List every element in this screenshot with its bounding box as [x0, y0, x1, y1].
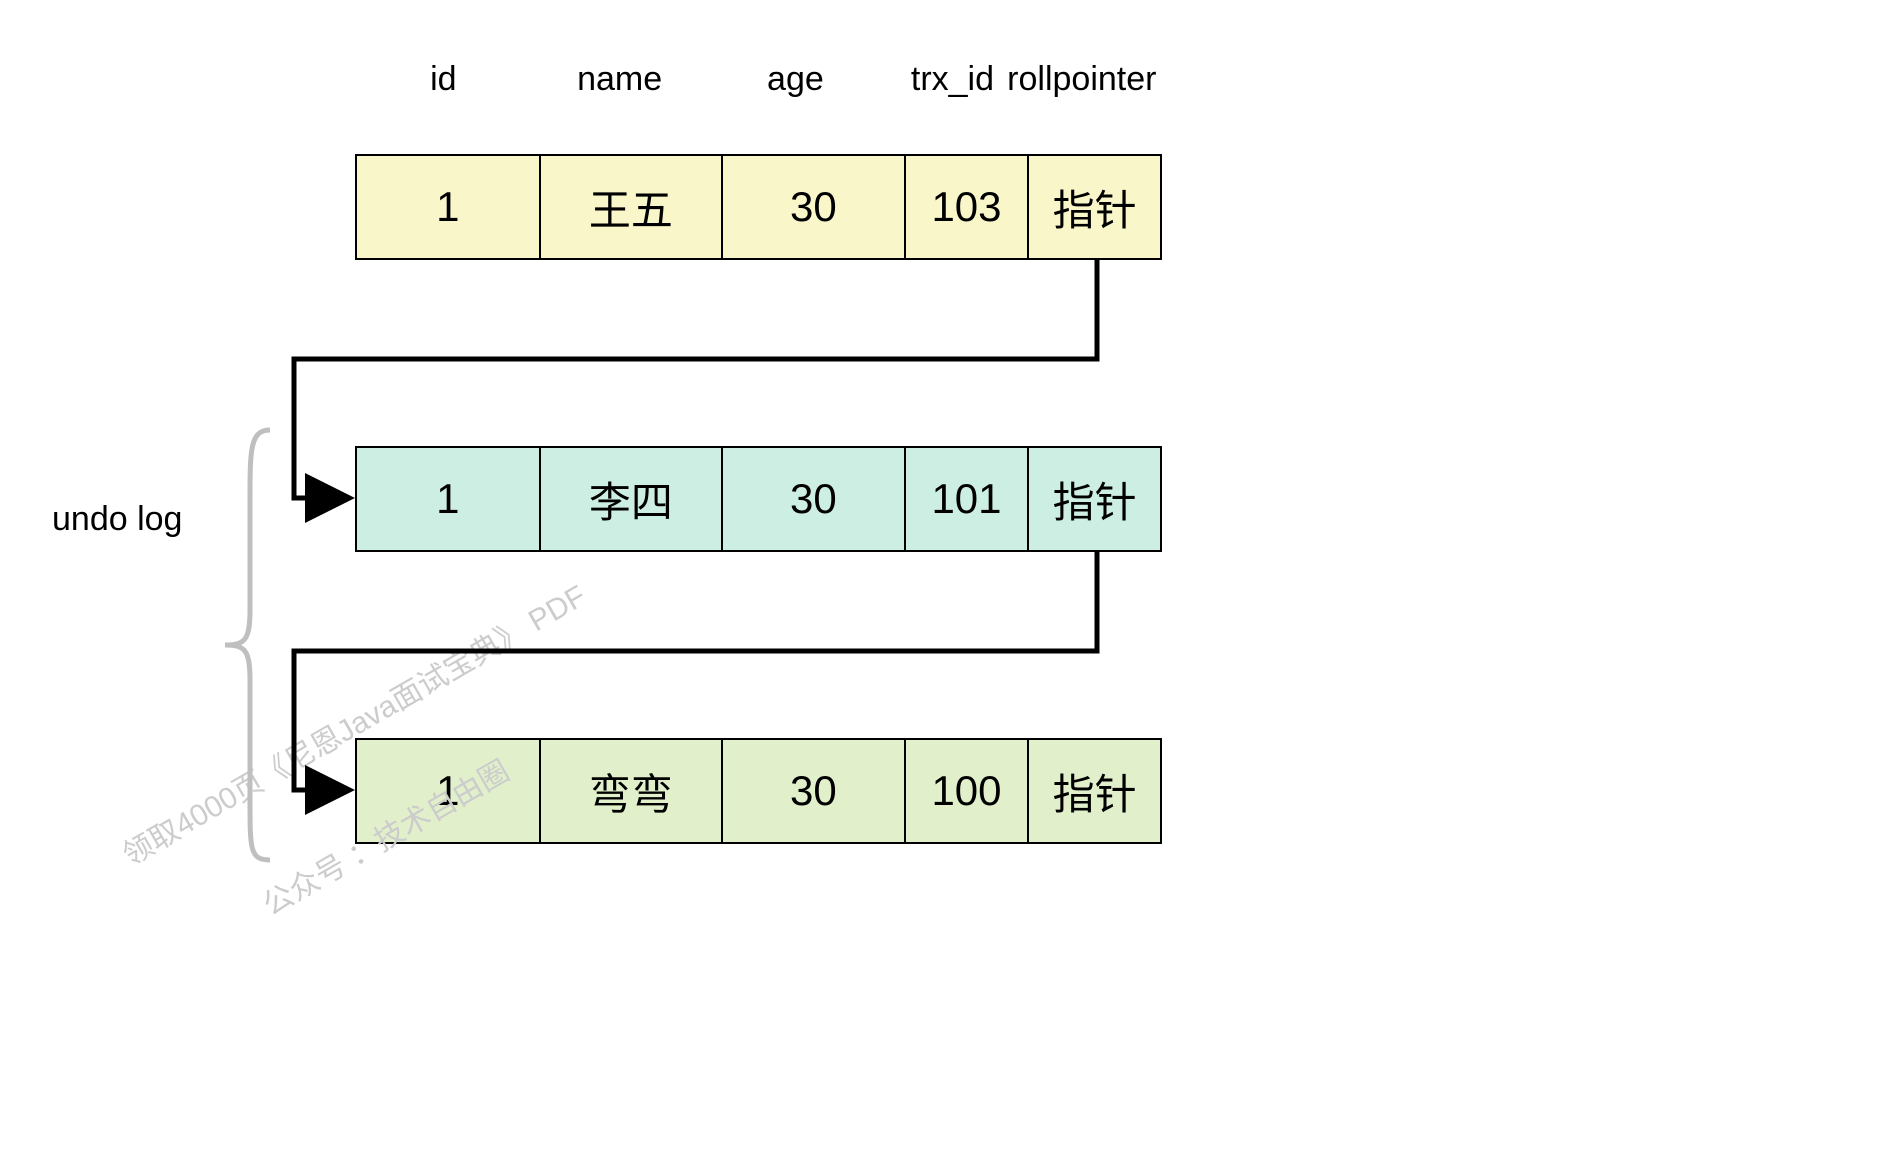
cell-age: 30	[723, 156, 906, 258]
cell-rollpointer: 指针	[1029, 740, 1160, 842]
cell-rollpointer: 指针	[1029, 448, 1160, 550]
undo-log-label: undo log	[52, 500, 182, 539]
header-rollpointer: rollpointer	[1002, 60, 1162, 99]
cell-trx-id: 101	[906, 448, 1030, 550]
cell-rollpointer: 指针	[1029, 156, 1160, 258]
cell-name: 弯弯	[541, 740, 724, 842]
cell-id: 1	[357, 448, 541, 550]
cell-age: 30	[723, 740, 906, 842]
cell-id: 1	[357, 156, 541, 258]
header-id: id	[355, 60, 532, 99]
cell-trx-id: 103	[906, 156, 1030, 258]
cell-age: 30	[723, 448, 906, 550]
cell-trx-id: 100	[906, 740, 1030, 842]
cell-name: 王五	[541, 156, 724, 258]
column-headers: id name age trx_id rollpointer	[355, 60, 1162, 99]
cell-name: 李四	[541, 448, 724, 550]
diagram-canvas: id name age trx_id rollpointer 1 王五 30 1…	[0, 0, 1881, 1176]
record-row-current: 1 王五 30 103 指针	[355, 154, 1162, 260]
record-row-undo-1: 1 李四 30 101 指针	[355, 446, 1162, 552]
header-name: name	[532, 60, 708, 99]
header-age: age	[708, 60, 884, 99]
